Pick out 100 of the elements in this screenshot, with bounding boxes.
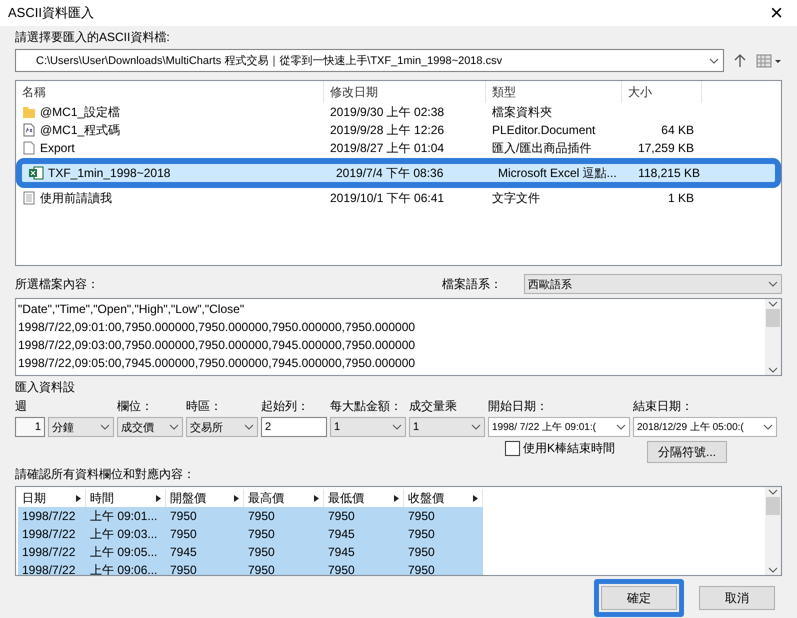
- dropdown[interactable]: 交易所: [186, 417, 258, 437]
- up-arrow-icon[interactable]: [734, 54, 746, 68]
- file-date: 2019/9/30 上午 02:38: [329, 104, 446, 120]
- field-label: 結束日期：: [633, 399, 694, 414]
- grid-cell-text: 1998/7/22: [21, 509, 76, 523]
- file-name: Export: [40, 141, 75, 155]
- sort-arrow-icon: [156, 494, 161, 502]
- file-row[interactable]: Export 2019/8/27 上午 01:04 匯入/匯出商品插件 17,259 KB: [16, 139, 781, 157]
- grid-row[interactable]: 1998/7/22 上午 09:05... 7945 7950 7945 7950: [18, 543, 483, 561]
- column-header[interactable]: 日期: [22, 490, 46, 506]
- caret-icon: [244, 424, 254, 430]
- file-row[interactable]: 使用前請讀我 2019/10/1 下午 06:41 文字文件 1 KB: [16, 189, 781, 207]
- caret-icon: [100, 424, 110, 430]
- file-row[interactable]: TXF_1min_1998~2018 2019/7/4 下午 08:36 Microsoft Excel 逗點... 118,215 KB: [22, 164, 775, 182]
- grid-label: 請確認所有資料欄位和對應內容：: [15, 467, 196, 482]
- file-date: 2019/9/28 上午 12:26: [329, 122, 446, 138]
- file-type: 匯入/匯出商品插件: [491, 140, 592, 156]
- file-name: 使用前請讀我: [40, 190, 112, 206]
- scrollbar[interactable]: [765, 487, 781, 575]
- grid-cell-text: 上午 09:05...: [89, 544, 158, 560]
- content-label: 所選檔案內容：: [15, 276, 100, 292]
- window-title: ASCII資料匯入: [8, 4, 94, 22]
- field-label: 起始列：: [261, 399, 310, 414]
- caret-icon: [768, 281, 778, 287]
- file-type: 檔案資料夾: [491, 104, 553, 120]
- file-type: PLEditor.Document: [491, 123, 596, 137]
- view-menu-icon[interactable]: [756, 54, 782, 68]
- column-header[interactable]: 時間: [90, 490, 114, 506]
- column-header[interactable]: 名稱: [22, 84, 46, 100]
- grid-row[interactable]: 1998/7/22 上午 09:06... 7950 7950 7950 7950: [18, 561, 483, 575]
- column-header[interactable]: 開盤價: [170, 490, 206, 506]
- close-button[interactable]: ×: [764, 2, 789, 24]
- sort-arrow-icon: [76, 494, 81, 502]
- column-header[interactable]: 大小: [628, 84, 652, 100]
- grid-row[interactable]: 1998/7/22 上午 09:03... 7950 7950 7945 7950: [18, 525, 483, 543]
- field-label: 成交量乘: [409, 399, 458, 414]
- date-picker[interactable]: 2018/12/29 上午 05:00:(: [633, 417, 777, 437]
- scrollbar-thumb[interactable]: [766, 309, 780, 327]
- caret-icon: [768, 489, 778, 495]
- file-date: 2019/10/1 下午 06:41: [329, 190, 446, 206]
- file-path-combobox[interactable]: C:\Users\User\Downloads\MultiCharts 程式交易｜從零到一快速上手\TXF_1min_1998~2018.csv: [15, 49, 724, 72]
- column-header[interactable]: 修改日期: [330, 84, 378, 100]
- file-row[interactable]: @MC1_程式碼 2019/9/28 上午 12:26 PLEditor.Document 64 KB: [16, 121, 781, 139]
- caret-icon: [471, 424, 481, 430]
- column-header[interactable]: 收盤價: [408, 490, 444, 506]
- date-picker[interactable]: 1998/ 7/22 上午 09:01:(: [488, 417, 630, 437]
- grid-row[interactable]: 1998/7/22 上午 09:01... 7950 7950 7950 7950: [18, 507, 483, 525]
- dialog-button[interactable]: 取消: [699, 586, 775, 610]
- grid-cell-text: 7945: [327, 527, 356, 541]
- caret-icon: [616, 424, 626, 430]
- grid-cell-text: 7950: [247, 563, 276, 575]
- encoding-label: 檔案語系：: [442, 276, 502, 292]
- file-size: 64 KB: [660, 123, 695, 137]
- file-type: Microsoft Excel 逗點...: [497, 164, 618, 182]
- scrollbar[interactable]: [765, 299, 781, 375]
- grid-cell-text: 7950: [169, 563, 198, 575]
- grid-cell-text: 7950: [327, 509, 356, 523]
- grid-cell-text: 7950: [169, 527, 198, 541]
- dropdown[interactable]: 成交價: [117, 417, 183, 437]
- grid-cell-text: 1998/7/22: [21, 563, 76, 575]
- file-row[interactable]: @MC1_設定檔 2019/9/30 上午 02:38 檔案資料夾: [16, 103, 781, 121]
- grid-cell-text: 7950: [247, 545, 276, 559]
- grid-cell-text: 上午 09:03...: [89, 526, 158, 542]
- column-header[interactable]: 最低價: [328, 490, 364, 506]
- grid-cell-text: 7950: [407, 527, 436, 541]
- content-line: 1998/7/22,09:03:00,7950.000000,7950.000000,7945.000000,7950.000000: [18, 337, 416, 354]
- dialog-button[interactable]: 確定: [601, 586, 677, 610]
- file-size: 1 KB: [666, 191, 695, 205]
- caret-icon: [768, 567, 778, 573]
- start-row-field[interactable]: 2: [261, 417, 327, 437]
- file-date: 2019/7/4 下午 08:36: [335, 164, 444, 182]
- dropdown[interactable]: 1: [409, 417, 485, 437]
- content-line: "Date","Time","Open","High","Low","Close": [18, 301, 246, 318]
- checkbox-label: 使用K棒結束時間: [523, 441, 616, 456]
- folder-icon: [22, 105, 36, 119]
- grid-cell-text: 7950: [169, 509, 198, 523]
- grid-cell-text: 7950: [407, 509, 436, 523]
- dropdown[interactable]: 1: [330, 417, 406, 437]
- code-file-icon: [22, 123, 36, 137]
- grid-cell-text: 7945: [169, 545, 198, 559]
- number-field[interactable]: 1: [15, 417, 45, 437]
- column-header[interactable]: 最高價: [248, 490, 284, 506]
- grid-cell-text: 7950: [407, 563, 436, 575]
- checkbox[interactable]: [505, 441, 520, 456]
- file-date: 2019/8/27 上午 01:04: [329, 140, 446, 156]
- grid-cell-text: 7945: [327, 545, 356, 559]
- column-header[interactable]: 類型: [492, 84, 516, 100]
- grid-cell-text: 上午 09:01...: [89, 508, 158, 524]
- separator-button[interactable]: 分隔符號...: [647, 441, 728, 463]
- dropdown[interactable]: 分鐘: [48, 417, 114, 437]
- field-label: 開始日期：: [488, 399, 549, 414]
- encoding-dropdown[interactable]: 西歐語系: [524, 274, 782, 294]
- scrollbar-thumb[interactable]: [766, 497, 780, 515]
- text-file-icon: [22, 191, 36, 205]
- field-label: 每大點金額：: [330, 399, 403, 414]
- sort-arrow-icon: [394, 494, 399, 502]
- caret-icon: [392, 424, 402, 430]
- file-name: @MC1_程式碼: [40, 122, 120, 138]
- spreadsheet-file-icon: [28, 166, 44, 180]
- path-label: 請選擇要匯入的ASCII資料檔:: [15, 30, 171, 45]
